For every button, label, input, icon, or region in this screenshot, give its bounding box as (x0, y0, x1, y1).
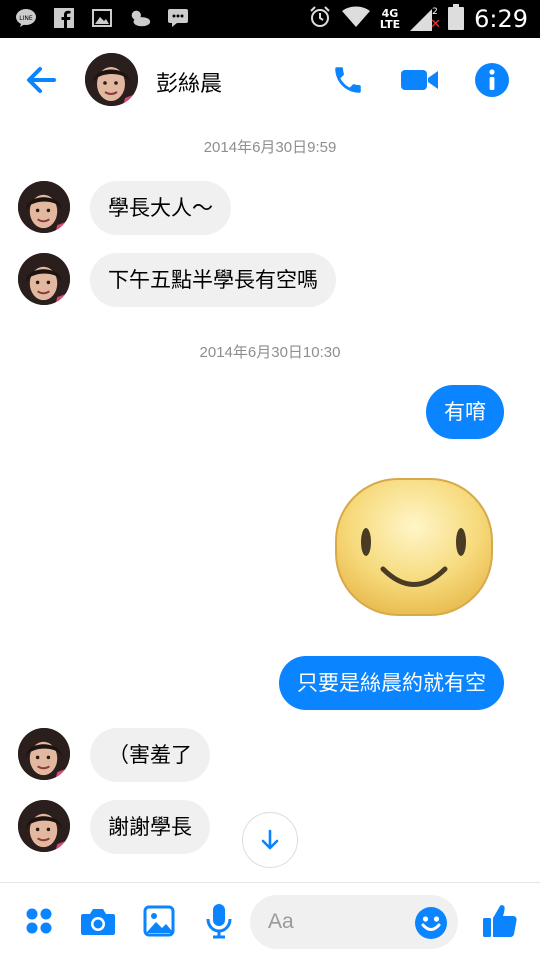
thumbs-up-icon (483, 905, 517, 937)
svg-text:LINE: LINE (19, 15, 33, 22)
signal-icon: 2 ✕ (410, 7, 441, 32)
apps-grid-icon (26, 908, 52, 934)
arrow-down-icon (261, 829, 279, 850)
back-button[interactable] (22, 60, 62, 100)
battery-icon (448, 4, 465, 34)
no-signal-icon: ✕ (430, 17, 441, 32)
voice-button[interactable] (199, 901, 239, 941)
timestamp: 2014年6月30日9:59 (203, 139, 337, 156)
weather-icon (128, 7, 152, 29)
network-sub-label: LTE (379, 18, 401, 31)
call-button[interactable] (328, 60, 368, 100)
message-avatar (18, 253, 70, 305)
gallery-button[interactable] (139, 901, 179, 941)
microphone-icon (206, 904, 232, 939)
gallery-icon (90, 7, 114, 29)
emoji-button[interactable] (414, 906, 448, 940)
message-bubble-outgoing[interactable]: 只要是絲晨約就有空 (279, 656, 504, 710)
emoji-icon (415, 907, 447, 939)
video-call-button[interactable] (400, 60, 440, 100)
message-bubble-outgoing[interactable]: 有唷 (426, 385, 504, 439)
camera-button[interactable] (78, 901, 118, 941)
network-type: 4G LTE (380, 8, 400, 30)
conversation-header: 彭絲晨 (0, 38, 540, 122)
message-avatar (18, 800, 70, 852)
line-app-icon: LINE (14, 7, 38, 29)
message-bubble-incoming[interactable]: 謝謝學長 (90, 800, 210, 854)
contact-avatar[interactable] (85, 53, 138, 106)
back-arrow-icon (27, 67, 56, 93)
image-icon (143, 905, 175, 937)
notification-icons: LINE (14, 7, 190, 29)
contact-name[interactable]: 彭絲晨 (156, 66, 222, 98)
timestamp: 2014年6月30日10:30 (199, 344, 341, 361)
messenger-icon (166, 7, 190, 29)
status-bar: LINE 4G LTE 2 ✕ 6:29 (0, 0, 540, 38)
message-composer (0, 882, 540, 960)
message-avatar (18, 181, 70, 233)
video-camera-icon (401, 70, 438, 90)
message-bubble-incoming[interactable]: 下午五點半學長有空嗎 (90, 253, 336, 307)
message-bubble-incoming[interactable]: 學長大人～ (90, 181, 231, 235)
phone-icon (335, 67, 361, 93)
alarm-icon (308, 5, 332, 33)
system-icons: 4G LTE 2 ✕ 6:29 (308, 0, 528, 38)
scroll-to-bottom-button[interactable] (242, 812, 298, 868)
message-avatar (18, 728, 70, 780)
wifi-icon (341, 6, 370, 32)
facebook-icon (52, 7, 76, 29)
info-icon (475, 63, 509, 97)
smiley-face-sticker[interactable] (333, 476, 495, 618)
clock: 6:29 (474, 5, 528, 33)
message-bubble-incoming[interactable]: （害羞了 (90, 728, 210, 782)
like-button[interactable] (480, 901, 520, 941)
camera-icon (81, 909, 115, 935)
sim-badge: 2 (432, 7, 438, 17)
more-apps-button[interactable] (19, 901, 59, 941)
info-button[interactable] (472, 60, 512, 100)
